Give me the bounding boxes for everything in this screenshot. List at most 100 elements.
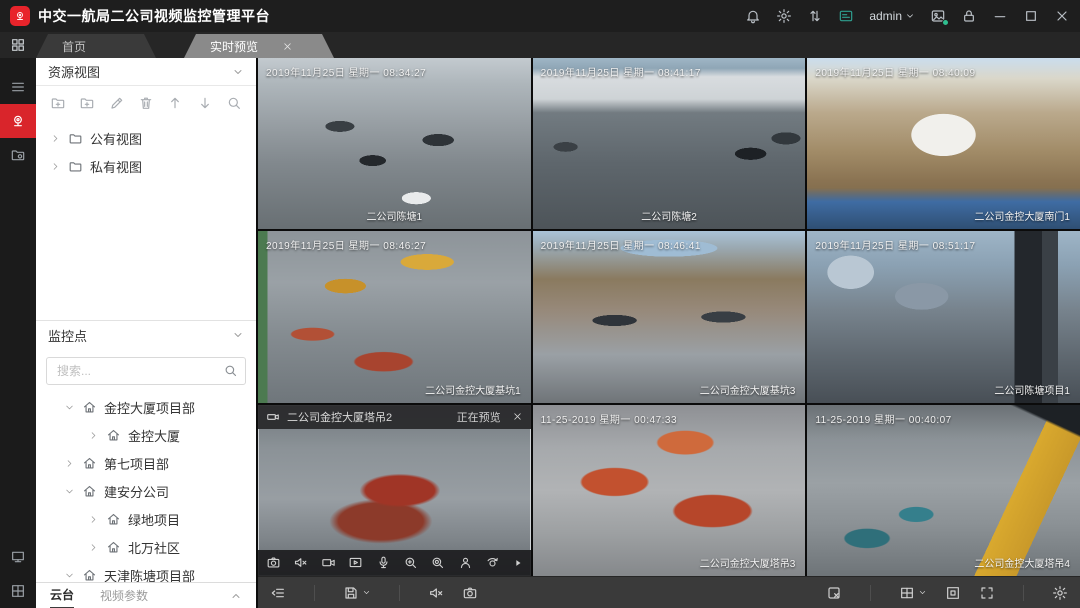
tab-video-params[interactable]: 视频参数 <box>100 583 148 608</box>
apps-grid-icon[interactable] <box>0 32 36 58</box>
home-icon <box>106 512 121 527</box>
video-cell-2[interactable]: 2019年11月25日 星期一 08:41:17 二公司陈塘2 <box>533 58 806 229</box>
speaker-muted-icon[interactable] <box>428 585 444 601</box>
trash-icon[interactable] <box>138 95 154 111</box>
video-cell-3[interactable]: 2019年11月25日 星期一 08:40:09 二公司金控大厦南门1 <box>807 58 1080 229</box>
monitor-points-section: 监控点 金控大厦项目部 金控大厦 <box>36 320 256 582</box>
lock-icon[interactable] <box>961 8 977 24</box>
video-cell-1[interactable]: 2019年11月25日 星期一 08:34:27 二公司陈塘1 <box>258 58 531 229</box>
monitor-tree: 金控大厦项目部 金控大厦 第七项目部 建 <box>36 393 256 582</box>
search-icon[interactable] <box>223 363 238 378</box>
tab-live-preview-label: 实时预览 <box>210 38 258 55</box>
user-menu[interactable]: admin <box>869 9 915 23</box>
folder-add-icon[interactable] <box>50 95 66 111</box>
close-all-icon[interactable] <box>826 585 842 601</box>
gear-icon[interactable] <box>1052 585 1068 601</box>
rail-camera-icon[interactable] <box>0 104 36 138</box>
chevron-right-icon <box>88 514 99 525</box>
rail-menu-icon[interactable] <box>0 70 36 104</box>
collapse-panel-icon[interactable] <box>270 585 286 601</box>
chevron-down-icon[interactable] <box>232 66 244 78</box>
playback-icon[interactable] <box>348 555 363 570</box>
sort-arrows-icon[interactable] <box>807 8 823 24</box>
snapshot-icon[interactable] <box>266 555 281 570</box>
tabbar: 首页 实时预览 <box>0 32 1080 58</box>
fullscreen-icon[interactable] <box>979 585 995 601</box>
more-icon[interactable] <box>513 558 523 568</box>
edit-icon[interactable] <box>109 95 125 111</box>
arrow-up-icon[interactable] <box>167 95 183 111</box>
tab-live-preview[interactable]: 实时预览 <box>184 34 334 58</box>
mic-icon[interactable] <box>376 555 391 570</box>
chevron-right-icon <box>50 133 61 144</box>
matrix-card-icon[interactable] <box>838 8 854 24</box>
layout-grid-button[interactable] <box>899 585 927 601</box>
close-icon[interactable] <box>512 411 523 422</box>
video-cell-8[interactable]: 11-25-2019 星期一 00:47:33 二公司金控大厦塔吊3 <box>533 405 806 576</box>
video-cell-5[interactable]: 2019年11月25日 星期一 08:46:41 二公司金控大厦基坑3 <box>533 231 806 402</box>
record-icon[interactable] <box>321 555 336 570</box>
camera-label: 二公司陈塘项目1 <box>994 382 1070 397</box>
search-icon[interactable] <box>226 95 242 111</box>
tree-item-label: 绿地项目 <box>128 510 180 529</box>
osd-timestamp: 2019年11月25日 星期一 08:46:27 <box>266 237 426 252</box>
tree-item-private-views[interactable]: 私有视图 <box>36 152 256 180</box>
resource-view-header[interactable]: 资源视图 <box>36 58 256 86</box>
zoom-3d-icon[interactable] <box>430 555 445 570</box>
minimize-button[interactable] <box>992 8 1008 24</box>
avatar[interactable] <box>930 8 946 24</box>
arrow-down-icon[interactable] <box>197 95 213 111</box>
tab-home[interactable]: 首页 <box>36 34 156 58</box>
tree-item-beiwan-community[interactable]: 北万社区 <box>36 533 256 561</box>
video-cell-7-active[interactable]: 二公司金控大厦塔吊2 正在预览 <box>258 405 531 576</box>
close-button[interactable] <box>1054 8 1070 24</box>
chevron-down-icon <box>64 486 75 497</box>
bell-icon[interactable] <box>745 8 761 24</box>
preview-status: 正在预览 <box>457 409 501 425</box>
rail-wall-grid-icon[interactable] <box>0 574 36 608</box>
tab-ptz[interactable]: 云台 <box>50 583 74 608</box>
tree-item-public-views[interactable]: 公有视图 <box>36 124 256 152</box>
sidebar: 资源视图 公有视图 <box>36 58 258 608</box>
person-pin-icon[interactable] <box>458 555 473 570</box>
resource-tree: 公有视图 私有视图 <box>36 120 256 320</box>
home-icon <box>82 456 97 471</box>
gear-icon[interactable] <box>776 8 792 24</box>
tree-item-label: 第七项目部 <box>104 454 169 473</box>
tree-item-jinkong-project[interactable]: 金控大厦项目部 <box>36 393 256 421</box>
osd-timestamp: 11-25-2019 星期一 00:40:07 <box>815 411 951 426</box>
rail-screen-icon[interactable] <box>0 540 36 574</box>
folder-plus-icon[interactable] <box>79 95 95 111</box>
maximize-button[interactable] <box>1023 8 1039 24</box>
save-button[interactable] <box>343 585 371 601</box>
ptz-preset-icon[interactable] <box>485 555 500 570</box>
original-size-icon[interactable] <box>945 585 961 601</box>
chevron-up-icon[interactable] <box>230 590 242 602</box>
video-cell-6[interactable]: 2019年11月25日 星期一 08:51:17 二公司陈塘项目1 <box>807 231 1080 402</box>
tree-item-jinkong-tower[interactable]: 金控大厦 <box>36 421 256 449</box>
video-cell-9[interactable]: 11-25-2019 星期一 00:40:07 二公司金控大厦塔吊4 <box>807 405 1080 576</box>
separator <box>1023 585 1024 601</box>
resource-view-section: 资源视图 公有视图 <box>36 58 256 320</box>
camera-label: 二公司陈塘2 <box>641 208 697 223</box>
speaker-muted-icon[interactable] <box>293 555 308 570</box>
video-cell-4[interactable]: 2019年11月25日 星期一 08:46:27 二公司金控大厦基坑1 <box>258 231 531 402</box>
tree-item-tianjin-chentang[interactable]: 天津陈塘项目部 <box>36 561 256 582</box>
osd-timestamp: 11-25-2019 星期一 00:47:33 <box>541 411 677 426</box>
chevron-right-icon <box>88 542 99 553</box>
zoom-in-icon[interactable] <box>403 555 418 570</box>
tab-close-icon[interactable] <box>282 41 293 52</box>
tree-item-greenland-project[interactable]: 绿地项目 <box>36 505 256 533</box>
tree-item-jianan-branch[interactable]: 建安分公司 <box>36 477 256 505</box>
active-cell-toolbar <box>258 550 531 576</box>
monitor-points-header[interactable]: 监控点 <box>36 321 256 349</box>
chevron-down-icon <box>905 11 915 21</box>
chevron-down-icon[interactable] <box>232 329 244 341</box>
titlebar: 中交一航局二公司视频监控管理平台 admin <box>0 0 1080 32</box>
snapshot-icon[interactable] <box>462 585 478 601</box>
resource-view-title: 资源视图 <box>48 62 100 81</box>
search-input[interactable] <box>46 357 246 385</box>
home-icon <box>82 484 97 499</box>
tree-item-seventh-project[interactable]: 第七项目部 <box>36 449 256 477</box>
rail-folder-gear-icon[interactable] <box>0 138 36 172</box>
